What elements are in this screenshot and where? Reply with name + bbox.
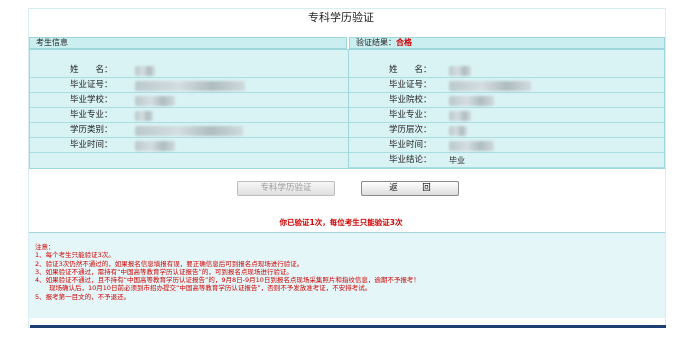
page-title: 专科学历验证 [308,11,374,24]
left-row-grad-time: 毕业时间： [30,138,348,153]
redacted-value [449,111,471,121]
right-row-grad-time: 毕业时间： [349,138,665,153]
left-row-school: 毕业学校： [30,93,348,108]
verify-count-warning: 你已验证1次，每位考生只能验证3次 [279,218,403,227]
notes-section: 注意： 1、每个考生只能验证3次。 2、验证3次仍然不通过的，如果报名信息填报有… [29,232,665,318]
note-line: 3、如果验证不通过，需持有“中国高等教育学历认证报告”的，可到报名点现场进行验证… [35,267,293,276]
verify-button[interactable]: 专科学历验证 [237,181,335,196]
back-button[interactable]: 返 回 [361,181,459,196]
student-info-header: 考生信息 [29,37,347,49]
note-line: 1、每个考生只能验证3次。 [35,251,115,260]
note-line: 现场确认后，10月10日前必须到市招办提交“中国高等教育学历认证报告”，否则不予… [49,284,372,293]
result-prefix: 验证结果： [356,38,396,47]
right-row-name: 姓 名： [349,63,665,78]
left-row-name: 姓 名： [30,63,348,78]
redacted-value [135,96,175,106]
note-line: 2、验证3次仍然不通过的，如果报名信息填报有误，要正确信息后可到报名点现场进行验… [35,259,304,268]
right-row-major: 毕业专业： [349,108,665,123]
notes-title: 注意： [35,243,55,251]
right-row-cert-no: 毕业证号： [349,78,665,93]
right-row-conclusion: 毕业结论： 毕业 [349,153,665,168]
redacted-value [449,66,471,76]
note-line: 5、报考第一目文的，不予退还。 [35,292,131,301]
redacted-value [135,126,243,136]
redacted-value [135,81,245,91]
right-row-school: 毕业院校： [349,93,665,108]
bottom-bar [30,325,666,328]
redacted-value [449,96,494,106]
redacted-value [135,141,175,151]
redacted-value [449,81,531,91]
redacted-value [135,111,153,121]
left-row-category: 学历类别： [30,123,348,138]
grad-conclusion-value: 毕业 [449,156,465,165]
verify-result-header: 验证结果：合格 [349,37,665,49]
redacted-value [449,126,467,136]
redacted-value [135,66,155,76]
right-row-level: 学历层次： [349,123,665,138]
left-row-cert-no: 毕业证号： [30,78,348,93]
redacted-value [449,141,494,151]
left-row-major: 毕业专业： [30,108,348,123]
result-status-badge: 合格 [396,38,412,47]
